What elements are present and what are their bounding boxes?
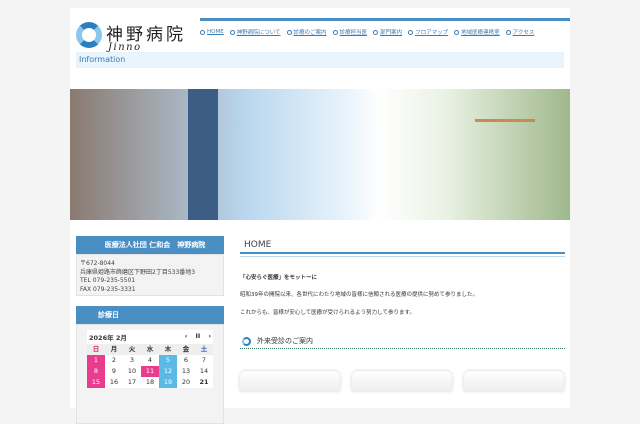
weekday-header: 火 [123, 344, 141, 355]
calendar-grid: 日月火水木金土 1 2 3 4 5 6 7 8 9 10 11 12 13 14 15 16 17 18 19 20 21 [87, 344, 213, 388]
next-month-button[interactable]: › [208, 332, 211, 342]
section-title: 外来受診のご案内 [257, 337, 313, 345]
nav-guide[interactable]: 診療のご案内 [286, 28, 327, 36]
calendar-day[interactable]: 8 [87, 366, 105, 377]
calendar-day[interactable]: 13 [177, 366, 195, 377]
nav-bar-line [200, 18, 570, 21]
nav-floormap[interactable]: フロアマップ [408, 28, 448, 36]
card[interactable] [240, 371, 340, 391]
motto: 「心安らぐ医療」をモットーに [240, 275, 318, 281]
weekday-header: 木 [159, 344, 177, 355]
nav-regional[interactable]: 地域医療連携室 [454, 28, 500, 36]
calendar-day[interactable]: 9 [105, 366, 123, 377]
page-title: HOME [240, 240, 565, 254]
calendar-day[interactable]: 4 [141, 355, 159, 366]
nav-home[interactable]: HOME [200, 28, 224, 36]
calendar-day[interactable]: 6 [177, 355, 195, 366]
calendar-day[interactable]: 16 [105, 377, 123, 388]
calendar-day[interactable]: 1 [87, 355, 105, 366]
calendar-day[interactable]: 3 [123, 355, 141, 366]
calendar-day[interactable]: 2 [105, 355, 123, 366]
card[interactable] [464, 371, 564, 391]
bullet-icon [229, 29, 235, 35]
nav-about[interactable]: 神野病院について [229, 28, 281, 36]
calendar-day[interactable]: 15 [87, 377, 105, 388]
title-underline [240, 254, 565, 257]
calendar-day[interactable]: 12 [159, 366, 177, 377]
bullet-icon [332, 29, 338, 35]
garden-pergola [475, 119, 535, 129]
calendar-day[interactable]: 21 [195, 377, 213, 388]
calendar-title: 診療日 [76, 306, 224, 324]
nav-departments[interactable]: 部門案内 [373, 28, 402, 36]
hospital-sign-tower [188, 89, 218, 220]
intro-paragraph-2: これからも、皆様が安心して医療が受けられるよう努力して参ります。 [240, 310, 415, 316]
weekday-header: 日 [87, 344, 105, 355]
calendar-day[interactable]: 19 [159, 377, 177, 388]
calendar-day[interactable]: 18 [141, 377, 159, 388]
tel: TEL 079-235-5501 [80, 277, 136, 284]
weekday-header: 金 [177, 344, 195, 355]
sidebar: 医療法人社団 仁和会 神野病院 〒672-8044 兵庫県姫路市飾磨区下野田2丁… [76, 236, 224, 424]
logo-mark-icon [76, 22, 102, 48]
intro-paragraph-1: 昭和39年の開院以来、各世代にわたり地域の皆様に信頼される医療の提供に努めて参り… [240, 292, 479, 298]
information-bar[interactable]: Information [76, 52, 564, 68]
main-content: HOME 「心安らぐ医療」をモットーに 昭和39年の開院以来、各世代にわたり地域… [240, 240, 565, 391]
hero-image [70, 89, 570, 220]
calendar-month: 2026年 2月 [89, 334, 127, 342]
main-nav: HOME 神野病院について 診療のご案内 診療担当医 部門案内 フロアマップ 地… [200, 28, 534, 36]
calendar-day[interactable]: 14 [195, 366, 213, 377]
weekday-header: 水 [141, 344, 159, 355]
bullet-icon [454, 29, 460, 35]
bullet-icon [505, 29, 511, 35]
bullet-icon [286, 29, 292, 35]
bullet-icon [373, 29, 379, 35]
fax: FAX 079-235-3331 [80, 285, 136, 293]
calendar-day[interactable]: 20 [177, 377, 195, 388]
calendar: 2026年 2月 ‹ II › 日月火水木金土 1 2 3 4 5 6 7 8 9 10 11 12 13 14… [87, 330, 213, 388]
outpatient-cards [240, 371, 565, 391]
calendar-day[interactable]: 17 [123, 377, 141, 388]
nav-access[interactable]: アクセス [505, 28, 534, 36]
bullet-icon [200, 29, 205, 35]
bullet-icon [408, 29, 414, 35]
org-name: 医療法人社団 仁和会 神野病院 [76, 236, 224, 254]
page: 神野病院 Jinno hospital HOME 神野病院について 診療のご案内… [70, 8, 570, 424]
calendar-day[interactable]: 10 [123, 366, 141, 377]
postal-code: 〒672-8044 [80, 260, 115, 267]
today-button[interactable]: II [195, 332, 200, 342]
prev-month-button[interactable]: ‹ [185, 332, 188, 342]
calendar-day[interactable]: 5 [159, 355, 177, 366]
calendar-day[interactable]: 11 [141, 366, 159, 377]
section-logo-icon [242, 336, 251, 346]
nav-doctors[interactable]: 診療担当医 [332, 28, 367, 36]
weekday-header: 土 [195, 344, 213, 355]
card[interactable] [352, 371, 452, 391]
calendar-day[interactable]: 7 [195, 355, 213, 366]
weekday-header: 月 [105, 344, 123, 355]
address: 兵庫県姫路市飾磨区下野田2丁目533番地3 [80, 268, 196, 276]
outpatient-section-heading: 外来受診のご案内 [240, 336, 565, 349]
calendar-box: 2026年 2月 ‹ II › 日月火水木金土 1 2 3 4 5 6 7 8 9 10 11 12 13 14… [76, 324, 224, 424]
address-box: 〒672-8044 兵庫県姫路市飾磨区下野田2丁目533番地3 TEL 079-… [76, 254, 224, 296]
